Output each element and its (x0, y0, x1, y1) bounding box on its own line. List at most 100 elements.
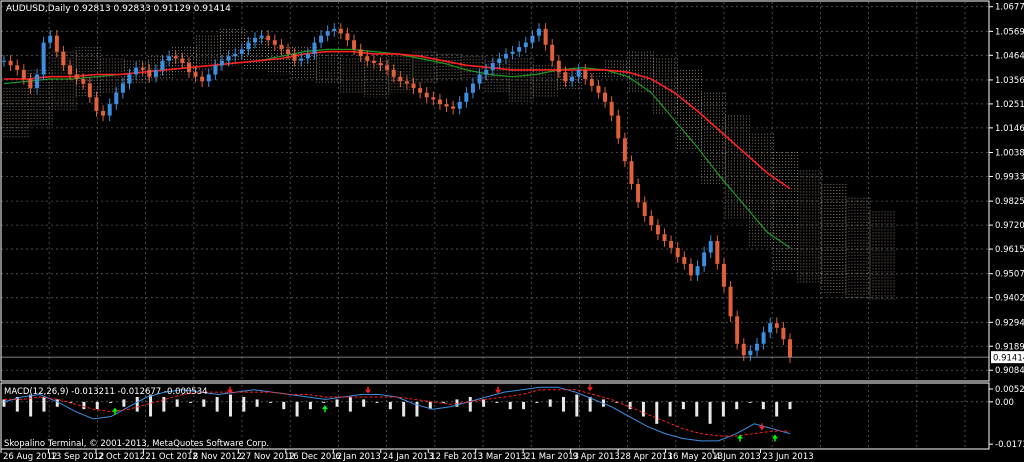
price-tick-label: 1.05690 (995, 27, 1024, 37)
price-tick-label: 1.03560 (995, 76, 1024, 86)
macd-hist-bar (122, 399, 126, 407)
candle-body (609, 101, 614, 116)
date-tick-label: 2 Oct 2012 (98, 452, 145, 462)
buy-signal-arrow (322, 405, 328, 410)
macd-hist-bar (468, 396, 472, 412)
candle-body (768, 323, 773, 333)
macd-hist-bar (708, 401, 712, 424)
current-price-label: 0.91414 (993, 354, 1024, 364)
candle-body (523, 42, 528, 48)
macd-hist-bar (522, 401, 526, 410)
price-tick-label: 0.92940 (995, 318, 1024, 328)
macd-tick-label: -0.01734 (995, 440, 1024, 450)
candle-body (21, 69, 26, 80)
date-tick-label: 27 Nov 2012 (240, 452, 294, 462)
macd-hist-bar (655, 401, 659, 424)
macd-hist-bar (162, 396, 166, 412)
price-tick-label: 0.91890 (995, 342, 1024, 352)
candle-body (616, 115, 621, 139)
price-tick-label: 1.04640 (995, 51, 1024, 61)
date-tick-label: 9 Apr 2013 (573, 452, 620, 462)
price-tick-label: 0.96150 (995, 245, 1024, 255)
macd-hist-bar (255, 399, 259, 407)
buy-signal-arrow (112, 407, 118, 412)
candle-body (305, 53, 310, 59)
macd-tick-label: 0.005285 (995, 385, 1024, 395)
candle-body (391, 69, 396, 77)
candle-body (319, 35, 324, 43)
candle-body (28, 79, 33, 89)
macd-hist-bar (508, 401, 512, 410)
macd-hist-bar (215, 396, 219, 412)
candle-body (754, 343, 759, 351)
macd-hist-bar (482, 399, 486, 407)
candle-body (153, 69, 158, 77)
candle-body (702, 252, 707, 267)
date-tick-label: 8 Nov 2012 (193, 452, 242, 462)
price-tick-label: 0.98250 (995, 197, 1024, 207)
candle-body (735, 316, 740, 344)
macd-hist-bar (575, 394, 579, 417)
candle-body (510, 51, 515, 54)
macd-hist-bar (721, 401, 725, 417)
candle-body (68, 65, 73, 75)
date-tick-label: 28 Apr 2013 (620, 452, 673, 462)
candle-body (774, 323, 779, 328)
candle-body (259, 35, 264, 38)
candle-body (186, 63, 191, 73)
macd-hist-bar (748, 401, 752, 403)
candle-body (563, 72, 568, 82)
macd-hist-bar (268, 401, 272, 403)
candle-body (655, 225, 660, 235)
candle-body (54, 35, 59, 52)
candle-body (41, 42, 46, 75)
price-tick-label: 0.95070 (995, 270, 1024, 280)
sell-signal-arrow (759, 426, 765, 431)
macd-hist-bar (695, 401, 699, 417)
candle-body (543, 28, 548, 45)
candle-body (94, 97, 99, 111)
date-tick-label: 26 Aug 2012 (3, 452, 57, 462)
candle-body (107, 104, 112, 116)
date-tick-label: 23 Jun 2013 (763, 452, 814, 462)
candle-body (411, 83, 416, 89)
chart-window[interactable]: 0.91414 1.06770 1.05690 1.04640 1.03560 1.025… (0, 0, 1024, 462)
candle-body (788, 339, 792, 358)
candle-body (596, 85, 601, 93)
candle-body (437, 99, 442, 105)
macd-hist-bar (415, 401, 419, 417)
macd-hist-bar (149, 394, 153, 417)
candle-body (451, 106, 456, 109)
candle-body (2, 60, 6, 62)
candle-body (398, 76, 403, 82)
candle-body (101, 110, 106, 116)
candle-body (385, 65, 390, 70)
candle-body (345, 33, 350, 41)
macd-hist-bar (109, 401, 113, 403)
macd-hist-bar (788, 401, 792, 410)
candle-body (721, 263, 726, 287)
candle-body (213, 65, 218, 75)
candle-body (517, 47, 522, 52)
macd-hist-bar (375, 401, 379, 403)
price-tick-label: 1.01460 (995, 124, 1024, 134)
candle-body (134, 67, 139, 75)
candle-body (629, 161, 634, 185)
price-tick-label: 0.97200 (995, 221, 1024, 231)
macd-hist-bar (135, 396, 139, 412)
symbol-info: AUDUSD,Daily 0.92813 0.92833 0.91129 0.9… (6, 4, 231, 14)
candle-body (272, 40, 277, 45)
copyright-text: Skopalino Terminal, © 2001-2013, MetaQuo… (4, 439, 269, 449)
date-tick-label: 21 Oct 2012 (145, 452, 198, 462)
sell-signal-arrow (365, 389, 371, 394)
candle-body (8, 60, 13, 66)
candle-body (662, 234, 667, 242)
candle-body (715, 241, 720, 264)
candle-body (219, 60, 224, 66)
candle-body (352, 40, 357, 50)
price-tick-label: 0.94020 (995, 294, 1024, 304)
candle-body (61, 51, 66, 66)
candle-body (682, 257, 687, 264)
candle-body (180, 58, 185, 64)
macd-hist-bar (202, 399, 206, 407)
